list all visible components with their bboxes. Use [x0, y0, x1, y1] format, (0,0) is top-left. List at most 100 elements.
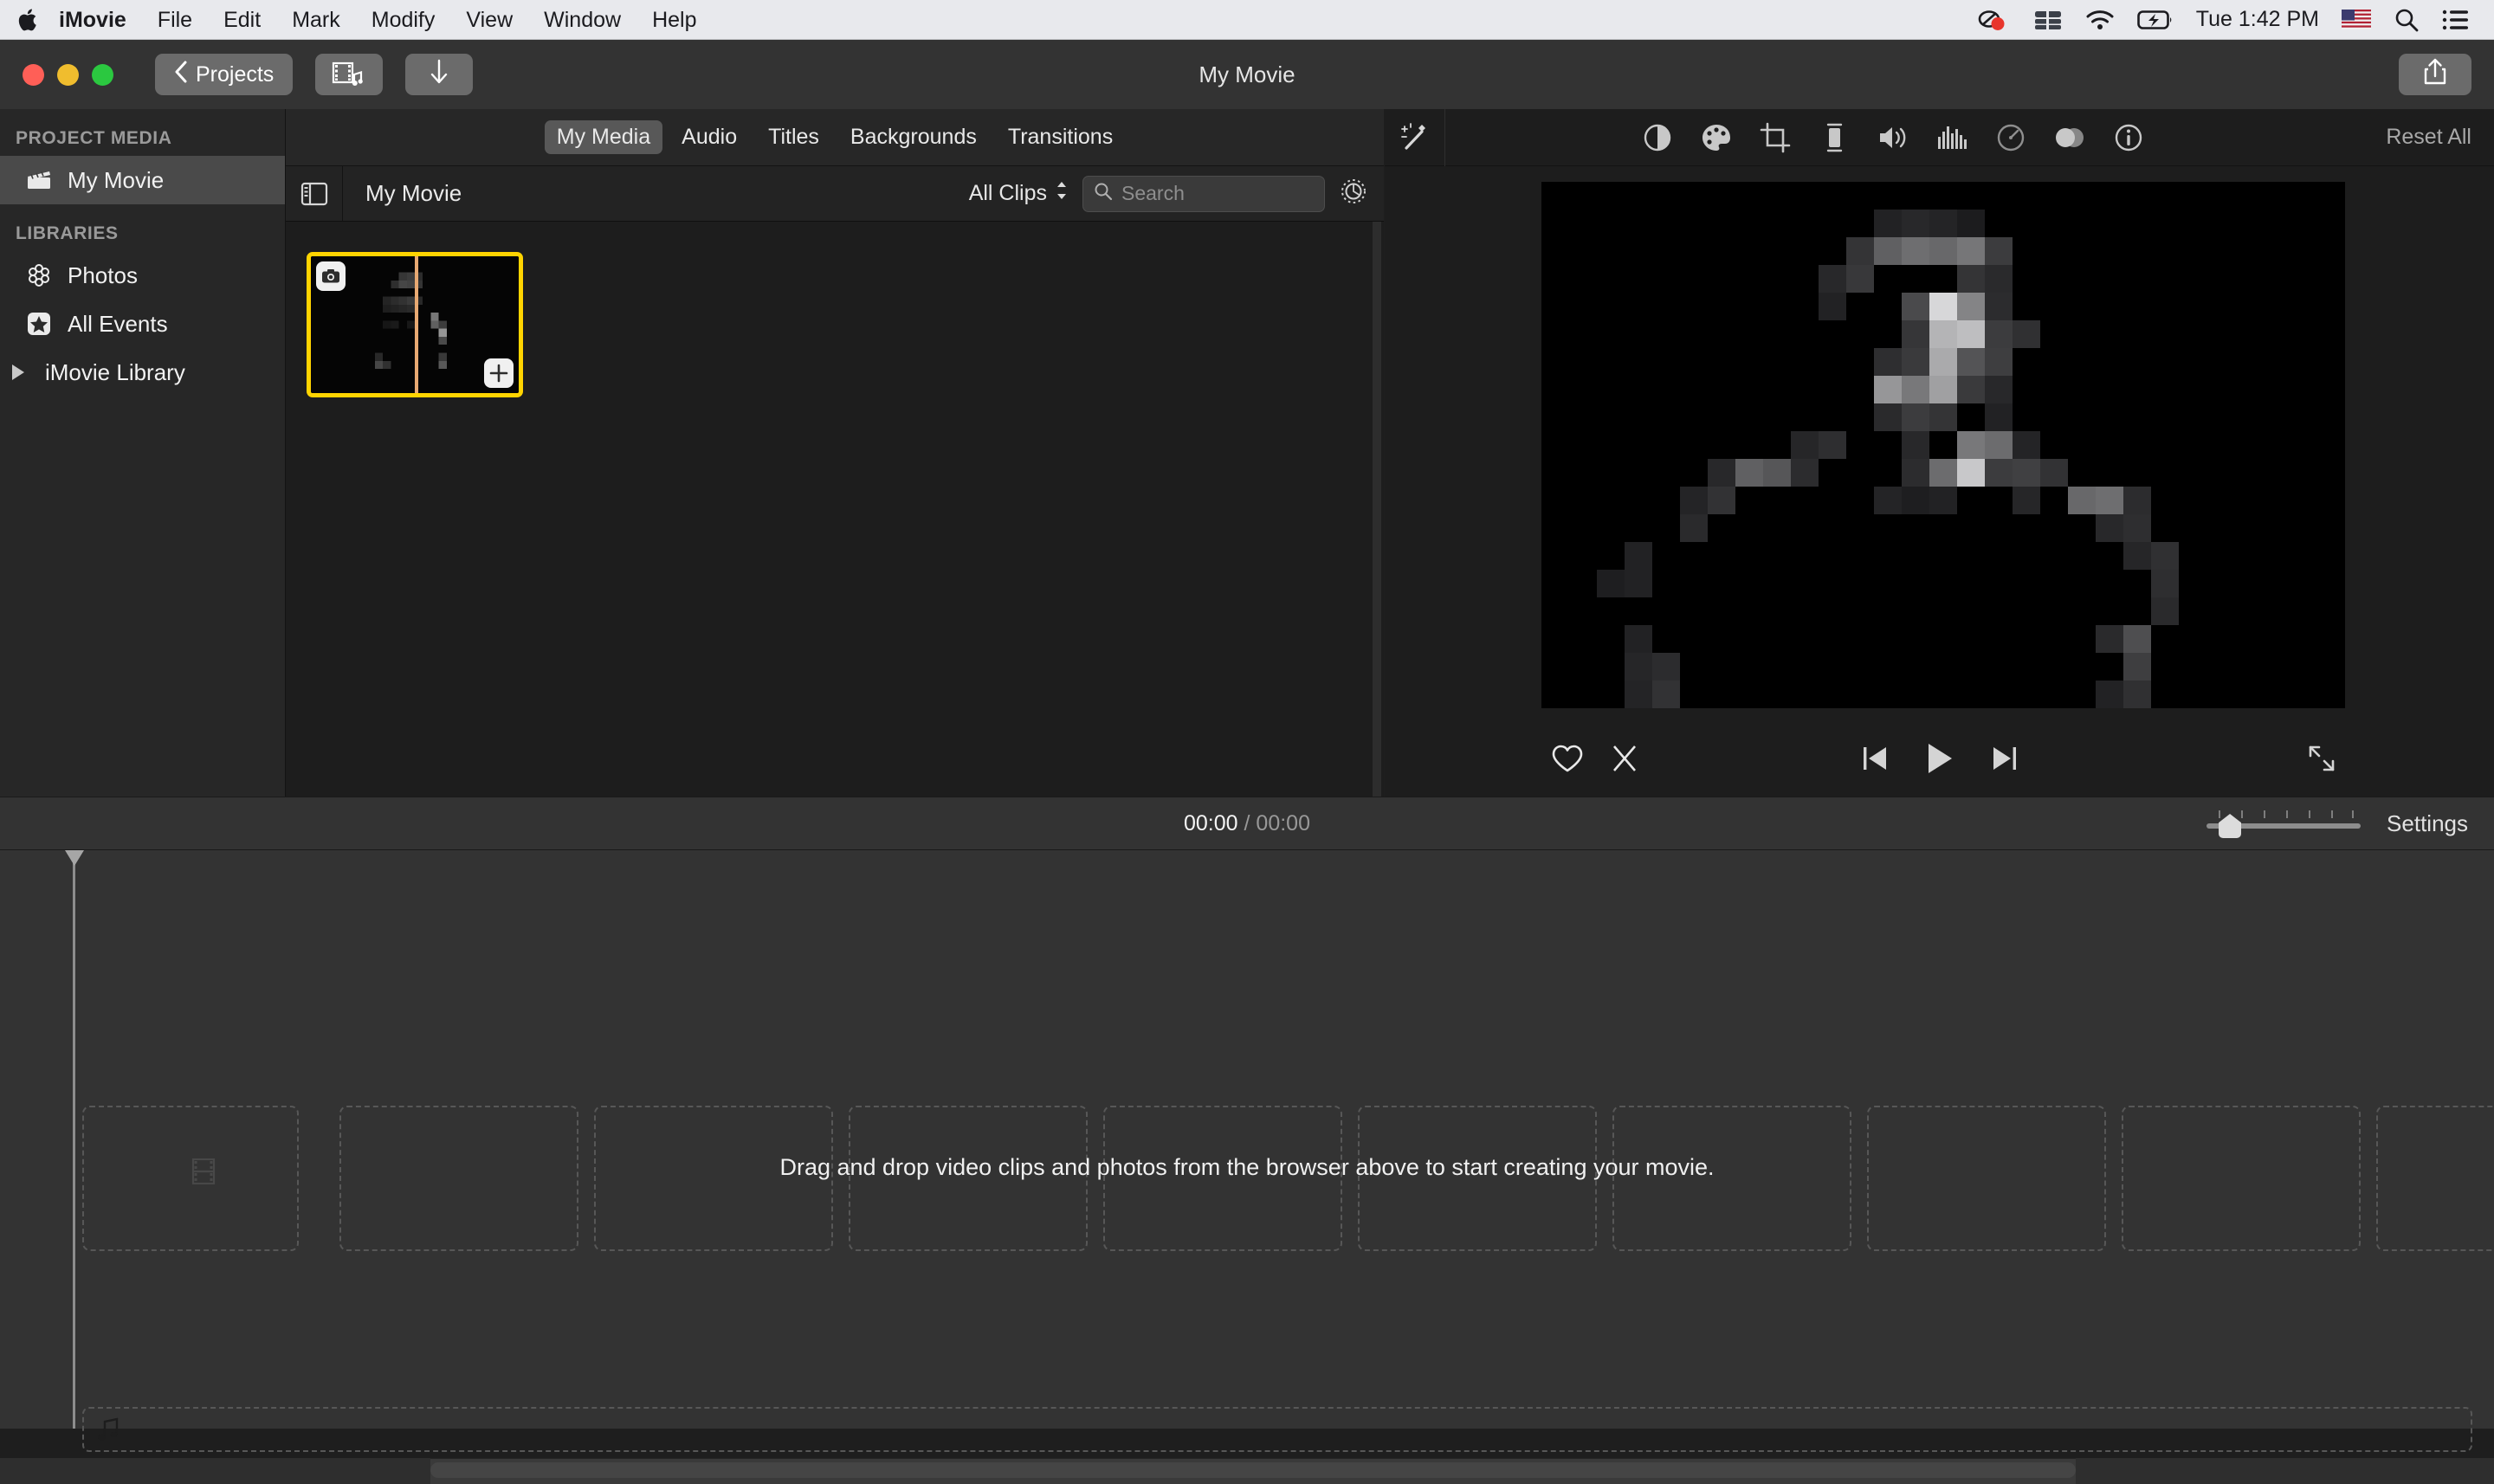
window-title-bar: Projects My Movie: [0, 40, 2494, 109]
timeline-status-bar: 00:00 / 00:00 Settings: [0, 797, 2494, 850]
sidebar-item-label: iMovie Library: [45, 358, 185, 385]
wifi-icon[interactable]: [2085, 9, 2115, 31]
audio-equalizer-icon[interactable]: [1934, 119, 1970, 156]
search-input[interactable]: [1121, 182, 1314, 205]
tab-my-media[interactable]: My Media: [544, 120, 663, 154]
media-clip-thumbnail[interactable]: [307, 252, 523, 397]
menubar-status-area: Tue 1:42 PM: [1976, 7, 2480, 33]
viewer-tool-icons: [1639, 119, 2147, 156]
zoom-tick: [2286, 810, 2289, 818]
sidebar-item-label: All Events: [68, 310, 168, 337]
volume-icon[interactable]: [1875, 119, 1911, 156]
magic-wand-icon[interactable]: [1385, 108, 1445, 166]
timecode-display: 00:00 / 00:00: [0, 811, 2494, 836]
star-icon: [26, 311, 52, 337]
sidebar-item-photos[interactable]: Photos: [0, 251, 285, 300]
minimize-button[interactable]: [57, 63, 79, 86]
tab-transitions[interactable]: Transitions: [996, 120, 1125, 154]
sidebar-item-imovie-library[interactable]: iMovie Library: [0, 348, 285, 397]
chevron-left-icon: [174, 61, 188, 89]
window-edge-left: [0, 1458, 430, 1484]
reset-all-button[interactable]: Reset All: [2386, 125, 2494, 150]
share-icon: [2422, 57, 2448, 93]
menu-item-modify[interactable]: Modify: [356, 0, 451, 40]
spotlight-search-icon[interactable]: [2394, 7, 2420, 33]
clapperboard-icon: [26, 167, 52, 193]
zoom-slider-thumb[interactable]: [2219, 814, 2242, 838]
menu-item-imovie[interactable]: iMovie: [43, 0, 142, 40]
timecode-separator: /: [1244, 810, 1250, 836]
sidebar-item-my-movie[interactable]: My Movie: [0, 156, 285, 204]
apple-logo-icon[interactable]: [14, 7, 43, 33]
stacks-icon[interactable]: [2033, 8, 2063, 32]
updown-chevron-icon: [1055, 179, 1069, 208]
close-button[interactable]: [23, 63, 44, 86]
sidebar-toggle-icon[interactable]: [286, 166, 343, 221]
menu-item-help[interactable]: Help: [636, 0, 712, 40]
import-media-button[interactable]: [405, 54, 474, 95]
color-palette-icon[interactable]: [1698, 119, 1735, 156]
play-icon[interactable]: [1925, 741, 1954, 776]
search-input-container[interactable]: [1082, 175, 1325, 212]
menu-item-edit[interactable]: Edit: [208, 0, 276, 40]
menu-item-window[interactable]: Window: [528, 0, 636, 40]
zoom-tick: [2331, 810, 2334, 818]
us-flag-icon[interactable]: [2342, 10, 2371, 29]
disclosure-triangle-icon[interactable]: [12, 365, 24, 380]
stabilization-icon[interactable]: [1816, 119, 1852, 156]
menubar-clock[interactable]: Tue 1:42 PM: [2196, 7, 2319, 32]
tab-audio[interactable]: Audio: [669, 120, 749, 154]
speed-gauge-icon[interactable]: [1993, 119, 2029, 156]
screen-recording-icon[interactable]: [1976, 8, 2011, 32]
tab-backgrounds[interactable]: Backgrounds: [838, 120, 989, 154]
left-sidebar: PROJECT MEDIA My Movie LIBRARIES Photos: [0, 109, 286, 797]
gear-icon[interactable]: [1339, 177, 1368, 210]
clip-playhead-line[interactable]: [415, 256, 418, 393]
sidebar-item-label: Photos: [68, 261, 138, 288]
browser-toolbar-right: All Clips: [969, 175, 1384, 212]
back-to-projects-button[interactable]: Projects: [155, 54, 294, 95]
control-center-icon[interactable]: [2442, 9, 2470, 31]
color-balance-icon[interactable]: [1639, 119, 1676, 156]
info-icon[interactable]: [2110, 119, 2147, 156]
menu-item-file[interactable]: File: [142, 0, 208, 40]
sidebar-item-label: My Movie: [68, 166, 165, 193]
browser-toolbar: My Movie All Clips: [286, 166, 1384, 222]
window-traffic-lights: [23, 63, 113, 86]
tab-titles[interactable]: Titles: [756, 120, 831, 154]
menu-item-mark[interactable]: Mark: [276, 0, 356, 40]
viewer-adjust-toolbar: Reset All: [1385, 108, 2494, 166]
zoom-tick: [2241, 810, 2244, 818]
filters-icon[interactable]: [2051, 119, 2088, 156]
skip-next-icon[interactable]: [1991, 744, 2019, 773]
playback-controls: [1385, 726, 2494, 791]
battery-charging-icon[interactable]: [2136, 10, 2174, 30]
audio-dropzone[interactable]: [82, 1407, 2472, 1452]
browser-vertical-scrollbar[interactable]: [1373, 222, 1381, 797]
download-arrow-icon: [428, 58, 450, 92]
macos-menu-bar: iMovie File Edit Mark Modify View Window…: [0, 0, 2494, 40]
timeline-empty-message: Drag and drop video clips and photos fro…: [779, 1154, 1715, 1180]
sidebar-item-all-events[interactable]: All Events: [0, 300, 285, 348]
maximize-button[interactable]: [92, 63, 113, 86]
timeline-playhead[interactable]: [73, 850, 75, 1429]
crop-icon[interactable]: [1757, 119, 1793, 156]
film-music-icon[interactable]: [315, 54, 384, 95]
playhead-triangle-icon[interactable]: [65, 850, 84, 866]
skip-previous-icon[interactable]: [1861, 744, 1889, 773]
menu-item-view[interactable]: View: [450, 0, 528, 40]
zoom-tick: [2309, 810, 2311, 818]
clip-filter-dropdown[interactable]: All Clips: [969, 179, 1069, 208]
share-button[interactable]: [2399, 54, 2471, 95]
scrollbar-thumb[interactable]: [430, 1462, 2076, 1478]
projects-button-label: Projects: [196, 61, 275, 87]
zoom-tick: [2219, 810, 2221, 818]
add-to-project-plus-icon[interactable]: [484, 358, 514, 388]
search-icon: [1094, 182, 1113, 205]
preview-frame-image: [1541, 182, 2345, 708]
timeline-zoom-slider[interactable]: [2206, 810, 2362, 838]
window-edge-right: [2076, 1458, 2494, 1484]
camera-icon[interactable]: [316, 261, 346, 291]
video-preview[interactable]: [1541, 182, 2345, 708]
media-browser-area[interactable]: [286, 222, 1384, 797]
